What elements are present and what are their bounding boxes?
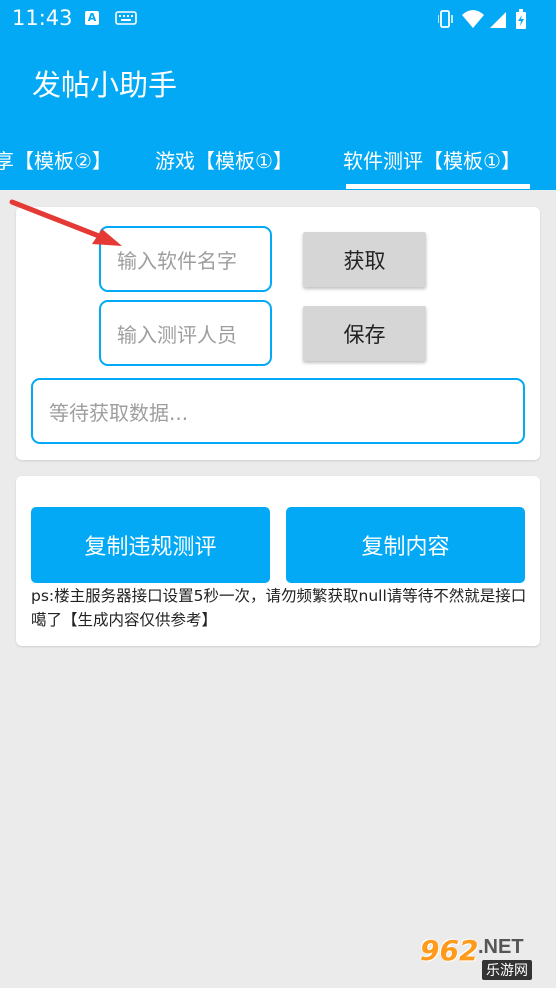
tab-game-template-1[interactable]: 游戏【模板①】 (155, 145, 293, 174)
vibrate-icon (438, 10, 453, 28)
watermark-brand: 962 (420, 934, 479, 967)
status-icons (438, 9, 526, 29)
fetch-button[interactable]: 获取 (303, 232, 426, 287)
watermark-domain: .NET (478, 936, 524, 958)
watermark-sub: 乐游网 (482, 960, 532, 980)
reviewer-input[interactable]: 输入测评人员 (99, 300, 272, 366)
keyboard-icon (115, 11, 137, 25)
signal-icon (490, 12, 506, 28)
wifi-icon (462, 10, 484, 28)
save-button[interactable]: 保存 (303, 306, 426, 361)
status-time: 11:43 (12, 6, 73, 30)
tab-software-review-template-1[interactable]: 软件测评【模板①】 (343, 145, 521, 174)
copy-violation-review-button[interactable]: 复制违规测评 (31, 507, 270, 583)
app-title: 发帖小助手 (32, 68, 178, 102)
battery-icon (516, 9, 526, 29)
app-bar: 发帖小助手 (0, 38, 556, 126)
tab-share-template-2[interactable]: 享【模板②】 (0, 145, 112, 174)
tab-active-indicator (346, 184, 530, 189)
result-field[interactable]: 等待获取数据... (31, 378, 525, 444)
annotation-arrow-icon (9, 199, 122, 246)
status-bar: 11:43 A (0, 0, 556, 38)
font-icon: A (85, 11, 99, 25)
tab-bar: 享【模板②】 游戏【模板①】 软件测评【模板①】 (0, 126, 556, 190)
watermark-logo: 962 .NET 乐游网 (410, 930, 550, 982)
copy-content-button[interactable]: 复制内容 (286, 507, 525, 583)
usage-note: ps:楼主服务器接口设置5秒一次，请勿频繁获取null请等待不然就是接口噶了【生… (31, 587, 527, 629)
